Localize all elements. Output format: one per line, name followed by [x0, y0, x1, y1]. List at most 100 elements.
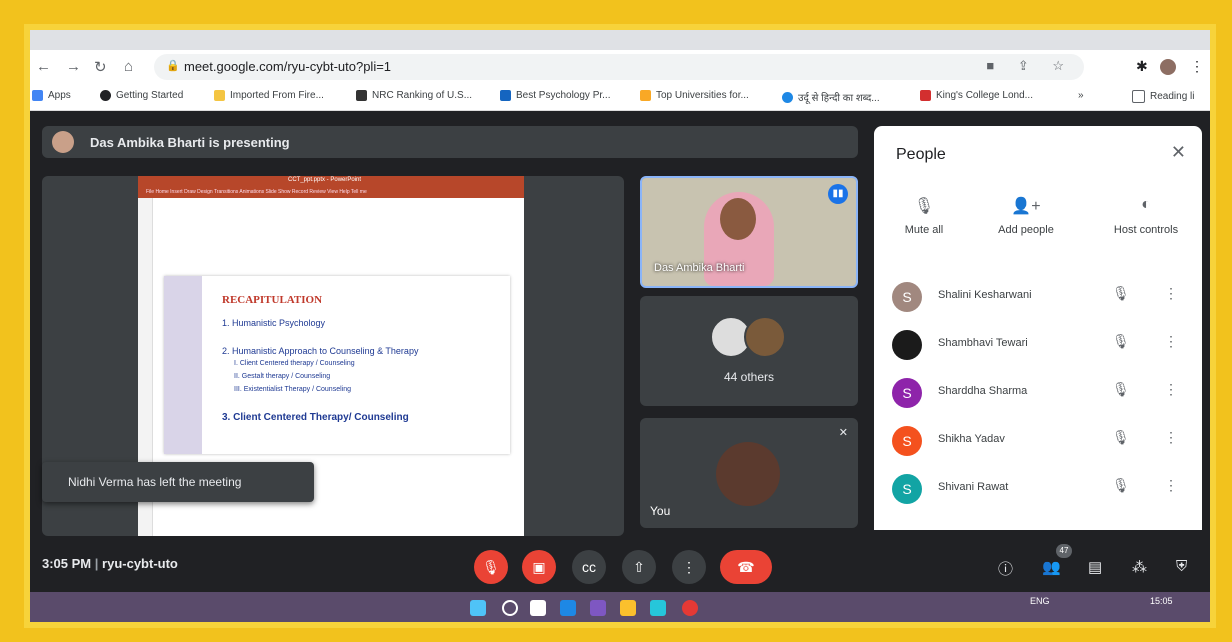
menu-icon[interactable]: ⋮ [1190, 58, 1204, 75]
avatar [892, 330, 922, 360]
chrome-icon[interactable] [682, 600, 698, 616]
slide-subitem: II. Gestalt therapy / Counseling [234, 373, 331, 380]
address-bar[interactable]: 🔒 meet.google.com/ryu-cybt-uto?pli=1 ■ ⇪… [154, 54, 1084, 80]
back-icon[interactable]: ← [36, 58, 51, 75]
slide: RECAPITULATION 1. Humanistic Psychology … [164, 276, 510, 454]
panel-title: People [896, 146, 946, 163]
host-safety-icon[interactable]: ⛨ [1176, 558, 1187, 575]
mic-off-icon: ✕ [838, 427, 848, 439]
slide-subitem: III. Existentialist Therapy / Counseling [234, 386, 351, 393]
bookmark-kings[interactable]: King's College Lond... [920, 90, 1033, 101]
wordpress-icon [782, 91, 793, 103]
edge-icon[interactable] [650, 600, 666, 616]
add-person-icon: 👤+ [1011, 198, 1041, 215]
toggle-icon: ◐ [1141, 196, 1151, 213]
mic-toggle-button[interactable]: 🎙 [474, 550, 508, 584]
bookmark-universities[interactable]: Top Universities for... [640, 90, 749, 101]
task-view-icon[interactable] [530, 600, 546, 616]
widgets-icon[interactable] [560, 600, 576, 616]
profile-avatar[interactable] [1160, 59, 1176, 75]
avatar [744, 316, 786, 358]
more-options-icon[interactable]: ⋮ [1164, 285, 1178, 302]
search-icon[interactable] [502, 600, 518, 616]
leave-call-button[interactable]: ☎ [720, 550, 772, 584]
bookmark-urdu[interactable]: उर्दू से हिन्दी का शब्द... [782, 90, 880, 104]
mic-off-icon[interactable]: 🎙 [1112, 333, 1130, 350]
more-options-button[interactable]: ⋮ [672, 550, 706, 584]
people-panel: People ✕ 🎙 Mute all 👤+ Add people ◐ Host… [874, 126, 1202, 530]
meeting-controls-bar: 3:05 PM | ryu-cybt-uto 🎙 ▣ cc ⇧ ⋮ ☎ ⓘ 👥 … [30, 536, 1210, 592]
mic-off-icon[interactable]: 🎙 [1112, 477, 1130, 494]
windows-start-icon[interactable] [470, 600, 486, 616]
lock-icon: 🔒 [166, 60, 180, 72]
close-icon[interactable]: ✕ [1171, 142, 1186, 163]
chat-app-icon[interactable] [590, 600, 606, 616]
more-options-icon[interactable]: ⋮ [1164, 381, 1178, 398]
present-button[interactable]: ⇧ [622, 550, 656, 584]
omnibox-icons[interactable]: ■ ⇪ ☆ [986, 58, 1074, 74]
presenting-text: Das Ambika Bharti is presenting [90, 135, 290, 150]
mic-off-icon: 🎙 [913, 198, 935, 215]
taskbar-clock[interactable]: 15:05 [1150, 596, 1173, 606]
more-options-icon[interactable]: ⋮ [1164, 477, 1178, 494]
kings-icon [920, 90, 931, 101]
more-options-icon[interactable]: ⋮ [1164, 429, 1178, 446]
bookmark-getting-started[interactable]: Getting Started [100, 90, 183, 101]
globe-icon [100, 90, 111, 101]
bookmark-apps[interactable]: Apps [32, 90, 71, 101]
bookmark-nrc[interactable]: NRC Ranking of U.S... [356, 90, 472, 101]
reload-icon[interactable]: ↻ [94, 58, 107, 76]
slide-item: 1. Humanistic Psychology [222, 318, 326, 328]
add-people-button[interactable]: 👤+ Add people [976, 196, 1076, 238]
ppt-titlebar: CCT_ppt.pptx - PowerPoint [138, 176, 524, 188]
self-label: You [650, 504, 671, 518]
list-item[interactable]: S Shalini Kesharwani 🎙 ⋮ [874, 272, 1202, 320]
speaking-indicator-icon: ▮▮ [828, 184, 848, 204]
bookmark-imported[interactable]: Imported From Fire... [214, 90, 324, 101]
bookmarks-bar: Apps Getting Started Imported From Fire.… [30, 86, 1210, 108]
screen: ← → ↻ ⌂ 🔒 meet.google.com/ryu-cybt-uto?p… [30, 30, 1210, 622]
folder-icon [214, 90, 225, 101]
slide-decoration [164, 276, 202, 454]
nrc-icon [356, 90, 367, 101]
list-item[interactable]: S Shivani Rawat 🎙 ⋮ [874, 464, 1202, 512]
reading-list[interactable]: Reading li [1132, 90, 1194, 103]
list-item[interactable]: Shambhavi Tewari 🎙 ⋮ [874, 320, 1202, 368]
left-meeting-toast: Nidhi Verma has left the meeting [42, 462, 314, 502]
people-icon[interactable]: 👥 [1042, 558, 1061, 576]
windows-taskbar: ENG 15:05 [30, 592, 1210, 622]
home-icon[interactable]: ⌂ [124, 58, 133, 75]
file-explorer-icon[interactable] [620, 600, 636, 616]
participant-name: Shalini Kesharwani [938, 289, 1032, 301]
camera-toggle-button[interactable]: ▣ [522, 550, 556, 584]
activities-icon[interactable]: ⁂ [1132, 558, 1147, 576]
mic-off-icon[interactable]: 🎙 [1112, 429, 1130, 446]
mic-off-icon[interactable]: 🎙 [1112, 285, 1130, 302]
captions-button[interactable]: cc [572, 550, 606, 584]
host-controls-button[interactable]: ◐ Host controls [1096, 196, 1196, 238]
speaker-tile[interactable]: Das Ambika Bharti ▮▮ [640, 176, 858, 288]
more-options-icon[interactable]: ⋮ [1164, 333, 1178, 350]
list-item[interactable]: S Shikha Yadav 🎙 ⋮ [874, 416, 1202, 464]
language-indicator[interactable]: ENG [1030, 596, 1050, 606]
presenting-banner: Das Ambika Bharti is presenting [42, 126, 858, 158]
ppt-ribbon: File Home Insert Draw Design Transitions… [138, 188, 524, 198]
mic-off-icon[interactable]: 🎙 [1112, 381, 1130, 398]
forward-icon[interactable]: → [66, 58, 81, 75]
bookmark-more[interactable]: » [1078, 90, 1084, 101]
bookmark-psychology[interactable]: Best Psychology Pr... [500, 90, 611, 101]
participant-name: Shikha Yadav [938, 433, 1005, 445]
info-icon[interactable]: ⓘ [998, 558, 1013, 579]
list-item[interactable]: S Sharddha Sharma 🎙 ⋮ [874, 368, 1202, 416]
participant-name: Sharddha Sharma [938, 385, 1028, 397]
mute-all-button[interactable]: 🎙 Mute all [874, 196, 974, 238]
extensions-icon[interactable]: ✱ [1136, 58, 1148, 75]
others-tile[interactable]: 44 others [640, 296, 858, 406]
chat-icon[interactable]: ▤ [1088, 558, 1102, 576]
speaker-name: Das Ambika Bharti [654, 262, 745, 274]
url-text: meet.google.com/ryu-cybt-uto?pli=1 [184, 59, 392, 74]
self-tile[interactable]: ✕ You [640, 418, 858, 528]
browser-chrome: ← → ↻ ⌂ 🔒 meet.google.com/ryu-cybt-uto?p… [30, 30, 1210, 111]
avatar: S [892, 282, 922, 312]
apps-icon [32, 90, 43, 101]
